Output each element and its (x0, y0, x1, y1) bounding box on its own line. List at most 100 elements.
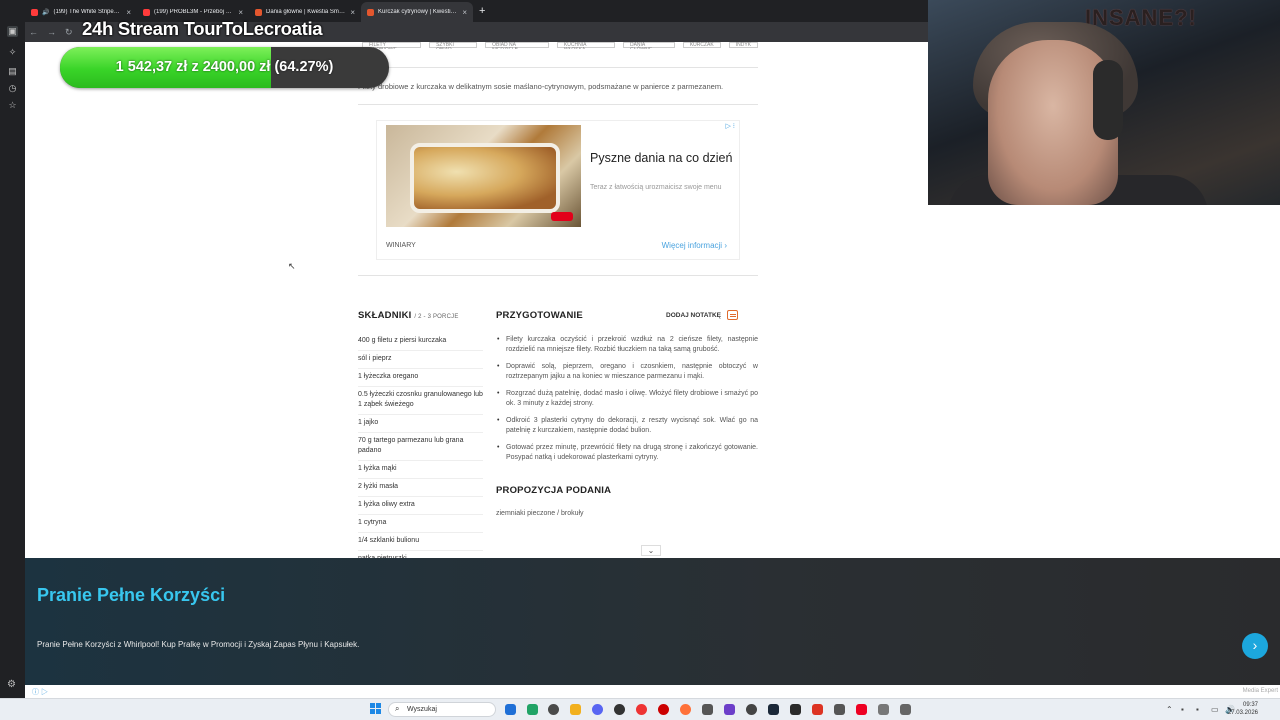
network-icon[interactable]: ▭ (1211, 705, 1219, 714)
tag-link[interactable]: KURCZAK (682, 42, 721, 48)
chevron-right-icon: › (724, 241, 727, 250)
site-favicon-icon (255, 8, 262, 16)
settings-gear-icon[interactable]: ⚙ (7, 679, 16, 690)
taskbar-search[interactable]: Wyszukaj (388, 702, 496, 717)
tab-kurczak-cytrynowy[interactable]: Kurczak cytrynowy | Kwestia Sm × (361, 2, 473, 22)
app-icon[interactable] (702, 704, 713, 715)
preparation-steps: Filety kurczaka oczyścić i przekroić wzd… (496, 335, 758, 470)
browser-sidebar: ▭ ▣ ✧ ▤ ◷ ☆ (0, 0, 25, 698)
close-tab-icon[interactable]: × (462, 8, 467, 17)
new-tab-button[interactable]: + (473, 5, 491, 17)
step-item: Rozgrzać dużą patelnię, dodać masło i ol… (496, 389, 758, 409)
page-footer-strip: ⓘ ▷ (25, 685, 1280, 698)
extensions-icon[interactable]: ✧ (7, 47, 18, 58)
ad-subtitle: Teraz z łatwością urozmaicisz swoje menu (590, 184, 722, 191)
close-tab-icon[interactable]: × (238, 8, 243, 17)
serving-suggestion: ziemniaki pieczone / brokuły (496, 510, 584, 517)
step-item: Gotować przez minutę, przewrócić filety … (496, 443, 758, 463)
progress-label: 1 542,37 zł z 2400,00 zł (64.27%) (115, 59, 334, 75)
tag-link[interactable]: DANIA GŁÓWNE (622, 42, 675, 49)
adchoices-icon[interactable]: ⓘ ▷ (32, 687, 48, 697)
winiary-ad[interactable]: ▷ ⁝ Pyszne dania na co dzień Teraz z łat… (376, 120, 740, 260)
discord-icon[interactable] (592, 704, 603, 715)
ad-dish-image[interactable] (386, 125, 581, 227)
recipe-description: Filety drobiowe z kurczaka w delikatnym … (358, 82, 724, 91)
add-note-button[interactable]: DODAJ NOTATKĘ (666, 310, 739, 320)
ingredient-item: sól i pieprz (358, 353, 483, 369)
firefox-icon[interactable] (680, 704, 691, 715)
ad-brand: WINIARY (386, 242, 416, 249)
neon-sign: INSANE?! (1085, 5, 1197, 30)
app-icon[interactable] (570, 704, 581, 715)
app-icon[interactable] (505, 704, 516, 715)
history-icon[interactable]: ◷ (7, 83, 18, 94)
close-tab-icon[interactable]: × (126, 8, 131, 17)
winiary-logo (551, 212, 573, 221)
panel-icon[interactable]: ▣ (7, 26, 18, 37)
ad-more-link[interactable]: Więcej informacji › (662, 241, 727, 250)
ingredient-item: 400 g filetu z piersi kurczaka (358, 335, 483, 351)
tray-app-icon[interactable]: ▪ (1196, 705, 1199, 714)
tag-link[interactable]: KUCHNIA WŁOSKA (556, 42, 615, 49)
chevron-down-icon[interactable]: ⌄ (641, 545, 661, 556)
ingredients-heading: SKŁADNIKI / 2 - 3 PORCJE (358, 310, 459, 321)
media-expert-label: Media Expert (1242, 688, 1278, 694)
app-icon[interactable] (636, 704, 647, 715)
app-icon[interactable] (527, 704, 538, 715)
close-tab-icon[interactable]: × (350, 8, 355, 17)
ingredient-item: 1 łyżka oliwy extra (358, 499, 483, 515)
ad-title[interactable]: Pyszne dania na co dzień (590, 151, 732, 165)
tray-app-icon[interactable]: ▪ (1181, 705, 1184, 714)
app-icon[interactable] (614, 704, 625, 715)
ingredients-list: 400 g filetu z piersi kurczaka sól i pie… (358, 335, 483, 571)
headphones (1093, 60, 1123, 140)
tag-link[interactable]: OBIAD NA NIEDZIELĘ (485, 42, 549, 49)
app-icon[interactable] (724, 704, 735, 715)
tag-link[interactable]: SZYBKI OBIAD (429, 42, 478, 49)
note-icon (727, 310, 739, 320)
ingredient-item: 2 łyżki masła (358, 481, 483, 497)
whirlpool-banner-ad[interactable]: Pranie Pełne Korzyści Pranie Pełne Korzy… (25, 558, 1280, 685)
step-item: Odkroić 3 plasterki cytryny do dekoracji… (496, 416, 758, 436)
serving-heading: PROPOZYCJA PODANIA (496, 485, 612, 496)
epic-games-icon[interactable] (790, 704, 801, 715)
chrome-icon[interactable] (548, 704, 559, 715)
step-item: Filety kurczaka oczyścić i przekroić wzd… (496, 335, 758, 355)
windows-taskbar: Wyszukaj ⌃ ▪ ▪ ▭ 🔊 09:37 27.03.2026 (0, 698, 1280, 720)
forward-icon[interactable]: → (47, 27, 56, 37)
app-icon[interactable] (812, 704, 823, 715)
back-icon[interactable]: ← (29, 27, 38, 37)
save-icon[interactable]: ▤ (7, 66, 18, 77)
banner-arrow-button[interactable]: › (1242, 633, 1268, 659)
app-icon[interactable] (900, 704, 911, 715)
divider (358, 67, 758, 68)
youtube-favicon-icon (143, 8, 150, 16)
steam-icon[interactable] (768, 704, 779, 715)
banner-title[interactable]: Pranie Pełne Korzyści (37, 585, 225, 606)
ingredient-item: 1/4 szklanki bulionu (358, 535, 483, 551)
preparation-heading: PRZYGOTOWANIE (496, 310, 583, 321)
webcam-feed: INSANE?! (928, 0, 1280, 205)
ingredient-item: 1 jajko (358, 417, 483, 433)
donation-progress-bar: 1 542,37 zł z 2400,00 zł (64.27%) (60, 47, 389, 88)
mouse-cursor-icon: ↖ (288, 261, 296, 271)
taskbar-clock[interactable]: 09:37 27.03.2026 (1228, 701, 1258, 717)
tag-link[interactable]: INDYK (728, 42, 758, 48)
settings-icon[interactable] (878, 704, 889, 715)
banner-text: Pranie Pełne Korzyści z Whirlpool! Kup P… (37, 640, 360, 649)
tray-chevron-icon[interactable]: ⌃ (1166, 705, 1173, 714)
bookmark-star-icon[interactable]: ☆ (7, 100, 18, 111)
divider (358, 275, 758, 276)
obs-icon[interactable] (746, 704, 757, 715)
adchoices-icon[interactable]: ▷ ⁝ (725, 122, 735, 130)
app-icon[interactable] (834, 704, 845, 715)
app-icon[interactable] (856, 704, 867, 715)
opera-icon[interactable] (658, 704, 669, 715)
stream-title: 24h Stream TourToLecroatia (82, 18, 323, 39)
divider (358, 104, 758, 105)
recipe-tags: FILETY DROBIOWE SZYBKI OBIAD OBIAD NA NI… (362, 42, 758, 49)
ingredient-item: 0.5 łyżeczki czosnku granulowanego lub 1… (358, 389, 483, 415)
reload-icon[interactable]: ↻ (65, 27, 73, 38)
ingredient-item: 1 łyżeczka oregano (358, 371, 483, 387)
windows-start-icon[interactable] (370, 703, 381, 714)
